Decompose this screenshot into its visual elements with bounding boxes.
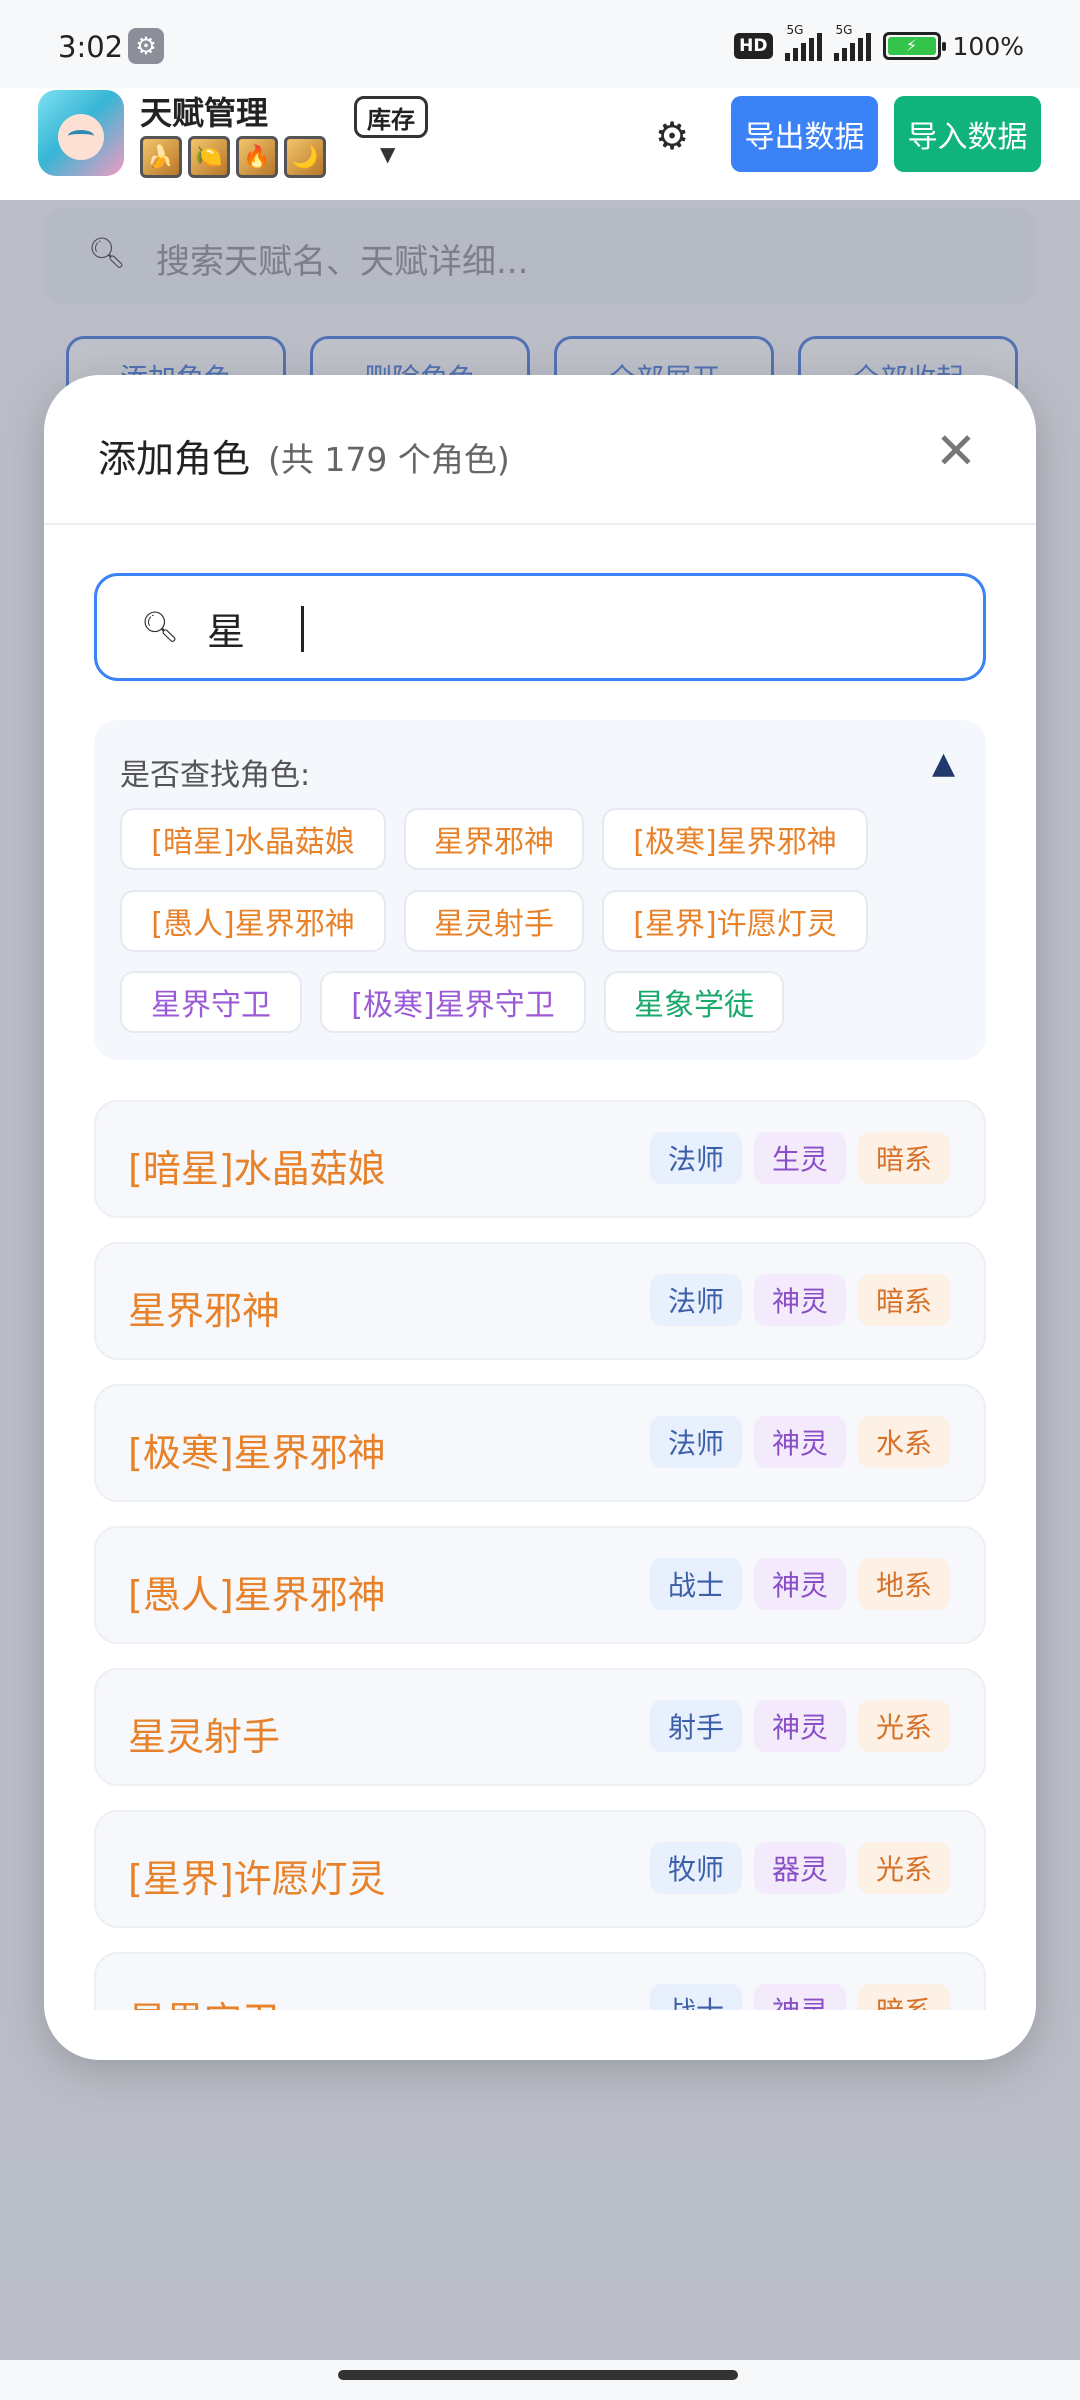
import-button[interactable]: 导入数据: [894, 96, 1041, 172]
search-icon: 🔍︎: [141, 610, 180, 645]
class-tag: 法师: [650, 1274, 742, 1326]
role-name: [愚人]星界邪神: [128, 1573, 386, 1617]
race-tag: 器灵: [754, 1842, 846, 1894]
role-result-row[interactable]: [极寒]星界邪神 法师 神灵 水系: [94, 1384, 986, 1502]
badge-row: 🍌 🍋 🔥 🌙: [140, 136, 326, 178]
caret-down-icon[interactable]: ▼: [380, 142, 395, 166]
element-tag: 暗系: [858, 1132, 950, 1184]
badge-icon: 🍌: [140, 136, 182, 178]
class-tag: 法师: [650, 1132, 742, 1184]
suggestion-chip[interactable]: 星象学徒: [604, 971, 784, 1033]
role-name: 星界邪神: [128, 1289, 281, 1333]
class-tag: 牧师: [650, 1842, 742, 1894]
element-tag: 暗系: [858, 1274, 950, 1326]
race-tag: 神灵: [754, 1700, 846, 1752]
close-icon[interactable]: ✕: [924, 419, 988, 483]
role-name: [极寒]星界邪神: [128, 1431, 386, 1475]
suggestion-chip[interactable]: [暗星]水晶菇娘: [120, 808, 386, 870]
role-name: [暗星]水晶菇娘: [128, 1147, 386, 1191]
role-result-row[interactable]: 星灵射手 射手 神灵 光系: [94, 1668, 986, 1786]
export-button[interactable]: 导出数据: [731, 96, 878, 172]
suggestion-chip[interactable]: 星界邪神: [404, 808, 584, 870]
role-search-input[interactable]: [207, 596, 947, 660]
race-tag: 神灵: [754, 1416, 846, 1468]
role-result-row[interactable]: 星界邪神 法师 神灵 暗系: [94, 1242, 986, 1360]
avatar[interactable]: [38, 90, 124, 176]
role-tags: 法师 神灵 水系: [650, 1416, 950, 1468]
signal-icon-2: 5G: [833, 23, 871, 61]
collapse-triangle-icon[interactable]: ▲: [932, 746, 955, 781]
class-tag: 战士: [650, 1558, 742, 1610]
battery-percent: 100%: [952, 31, 1024, 61]
role-result-row[interactable]: [愚人]星界邪神 战士 神灵 地系: [94, 1526, 986, 1644]
badge-icon: 🔥: [236, 136, 278, 178]
suggestion-panel: 是否查找角色: ▲ [暗星]水晶菇娘 星界邪神 [极寒]星界邪神 [愚人]星界邪…: [94, 720, 986, 1060]
race-tag: 生灵: [754, 1132, 846, 1184]
race-tag: 神灵: [754, 1558, 846, 1610]
role-result-row[interactable]: [星界]许愿灯灵 牧师 器灵 光系: [94, 1810, 986, 1928]
role-tags: 射手 神灵 光系: [650, 1700, 950, 1752]
class-tag: 法师: [650, 1416, 742, 1468]
badge-icon: 🌙: [284, 136, 326, 178]
dialog-title: 添加角色: [98, 437, 251, 481]
suggestion-chip[interactable]: [极寒]星界守卫: [320, 971, 586, 1033]
dialog-bottom-edge: [44, 2010, 1036, 2060]
status-bar: 3:02 ⚙ HD 5G 5G ⚡ 100%: [0, 0, 1080, 88]
hd-icon: HD: [734, 33, 773, 59]
race-tag: 神灵: [754, 1274, 846, 1326]
suggestion-label: 是否查找角色:: [120, 758, 311, 793]
element-tag: 水系: [858, 1416, 950, 1468]
home-indicator[interactable]: [338, 2370, 738, 2380]
status-icons: HD 5G 5G ⚡ 100%: [734, 23, 1024, 64]
suggestion-chip[interactable]: [愚人]星界邪神: [120, 890, 386, 952]
suggestion-chip[interactable]: 星灵射手: [404, 890, 584, 952]
element-tag: 地系: [858, 1558, 950, 1610]
text-cursor: [301, 606, 304, 652]
stock-toggle[interactable]: 库存: [354, 96, 428, 138]
signal-icon-1: 5G: [784, 23, 822, 61]
status-time: 3:02: [58, 30, 124, 64]
suggestion-chip[interactable]: [星界]许愿灯灵: [602, 890, 868, 952]
role-name: 星灵射手: [128, 1715, 281, 1759]
role-tags: 法师 神灵 暗系: [650, 1274, 950, 1326]
role-tags: 牧师 器灵 光系: [650, 1842, 950, 1894]
app-header: 天赋管理 🍌 🍋 🔥 🌙 库存 ▼ ⚙ 导出数据 导入数据: [0, 88, 1080, 200]
suggestion-chip[interactable]: [极寒]星界邪神: [602, 808, 868, 870]
role-search-box[interactable]: 🔍︎: [94, 573, 986, 681]
element-tag: 光系: [858, 1700, 950, 1752]
app-title: 天赋管理: [140, 94, 269, 132]
badge-icon: 🍋: [188, 136, 230, 178]
role-tags: 战士 神灵 地系: [650, 1558, 950, 1610]
gear-icon[interactable]: ⚙: [655, 114, 689, 158]
dialog-header: 添加角色 (共 179 个角色) ✕: [44, 375, 1036, 525]
wrench-icon: ⚙: [128, 28, 164, 64]
element-tag: 光系: [858, 1842, 950, 1894]
role-name: [星界]许愿灯灵: [128, 1857, 386, 1901]
dialog-count: (共 179 个角色): [268, 440, 510, 479]
role-result-row[interactable]: [暗星]水晶菇娘 法师 生灵 暗系: [94, 1100, 986, 1218]
add-role-dialog: 添加角色 (共 179 个角色) ✕ 🔍︎ 是否查找角色: ▲ [暗星]水晶菇娘…: [44, 375, 1036, 2060]
role-tags: 法师 生灵 暗系: [650, 1132, 950, 1184]
class-tag: 射手: [650, 1700, 742, 1752]
battery-icon: ⚡: [882, 32, 946, 60]
suggestion-chip[interactable]: 星界守卫: [120, 971, 302, 1033]
